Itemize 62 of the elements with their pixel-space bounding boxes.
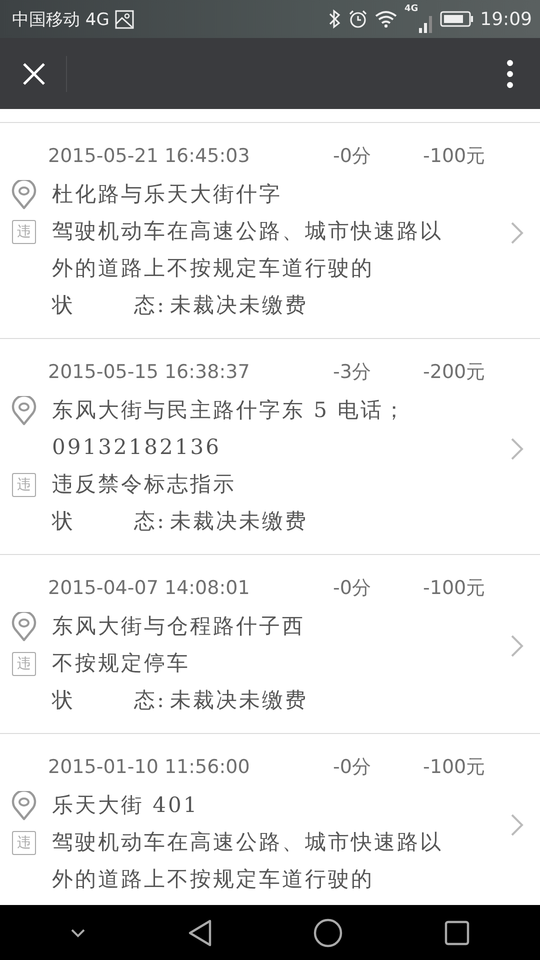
record-date: 2015-05-15 16:38:37	[48, 361, 251, 383]
close-button[interactable]	[22, 62, 46, 86]
violation-text: 不按规定停车	[52, 650, 190, 677]
violation-text: 驾驶机动车在高速公路、城市快速路以	[52, 218, 443, 245]
violation-badge: 违	[12, 220, 36, 244]
penalty-points: -3分	[333, 360, 372, 385]
recent-apps-icon[interactable]	[444, 920, 470, 946]
location-pin-icon	[10, 791, 38, 821]
alarm-clock-icon	[348, 9, 368, 29]
location-text: 09132182136	[52, 434, 222, 461]
bluetooth-icon	[328, 9, 342, 29]
status-label: 态:	[134, 508, 166, 535]
fine-amount: -100元	[423, 144, 486, 169]
fine-amount: -100元	[423, 576, 486, 601]
violation-badge: 违	[12, 473, 36, 497]
violation-badge: 违	[12, 831, 36, 855]
location-pin-icon	[10, 396, 38, 426]
status-label: 状	[52, 292, 76, 319]
battery-icon	[440, 10, 474, 28]
status-value: 未裁决未缴费	[170, 292, 308, 319]
chevron-right-icon	[510, 436, 524, 460]
fine-amount: -200元	[423, 360, 486, 385]
violation-text: 外的道路上不按规定车道行驶的	[52, 866, 375, 893]
record-date: 2015-01-10 11:56:00	[48, 756, 251, 778]
record-date: 2015-04-07 14:08:01	[48, 577, 251, 599]
record-date: 2015-05-21 16:45:03	[48, 145, 251, 167]
location-pin-icon	[10, 612, 38, 642]
violation-text: 外的道路上不按规定车道行驶的	[52, 255, 375, 282]
violation-text: 驾驶机动车在高速公路、城市快速路以	[52, 829, 443, 856]
chevron-down-icon[interactable]	[70, 928, 86, 938]
penalty-points: -0分	[333, 576, 372, 601]
back-icon[interactable]	[186, 918, 213, 946]
chevron-right-icon	[510, 220, 524, 244]
clock-time: 19:09	[480, 8, 532, 30]
status-label: 态:	[134, 292, 166, 319]
penalty-points: -0分	[333, 144, 372, 169]
signal-icon	[418, 14, 434, 34]
location-text: 乐天大街 401	[52, 792, 199, 819]
fine-amount: -100元	[423, 755, 486, 780]
status-label: 状	[52, 508, 76, 535]
image-icon	[115, 10, 134, 28]
status-value: 未裁决未缴费	[170, 687, 308, 714]
violation-badge: 违	[12, 652, 36, 676]
network-type: 4G	[404, 4, 418, 14]
more-menu-button[interactable]	[506, 58, 514, 88]
home-icon[interactable]	[313, 918, 344, 948]
wifi-icon	[374, 10, 398, 28]
violation-record[interactable]: 2015-05-21 16:45:03 -0分 -100元 杜化路与乐天大街什字 违 驾驶机动车在高速公路、城市快速路以 外的道路上不按规定车道行驶的 状 态: 未裁决未缴费	[0, 122, 540, 338]
location-pin-icon	[10, 180, 38, 210]
carrier-name: 中国移动 4G	[12, 8, 110, 30]
violation-text: 违反禁令标志指示	[52, 471, 236, 498]
violation-record[interactable]: 2015-04-07 14:08:01 -0分 -100元 东风大街与仓程路什子西 违 不按规定停车 状 态: 未裁决未缴费	[0, 554, 540, 733]
status-value: 未裁决未缴费	[170, 508, 308, 535]
chevron-right-icon	[510, 634, 524, 658]
penalty-points: -0分	[333, 755, 372, 780]
location-text: 东风大街与仓程路什子西	[52, 613, 305, 640]
location-text: 东风大街与民主路什字东 5 电话；	[52, 397, 407, 424]
status-label: 状	[52, 687, 76, 714]
status-label: 态:	[134, 687, 166, 714]
violation-record[interactable]: 2015-05-15 16:38:37 -3分 -200元 东风大街与民主路什字东 5 电话； 09132182136 违 违反禁令标志指示 状 态: 未裁决未缴费	[0, 338, 540, 554]
chevron-right-icon	[510, 813, 524, 837]
location-text: 杜化路与乐天大街什字	[52, 181, 282, 208]
